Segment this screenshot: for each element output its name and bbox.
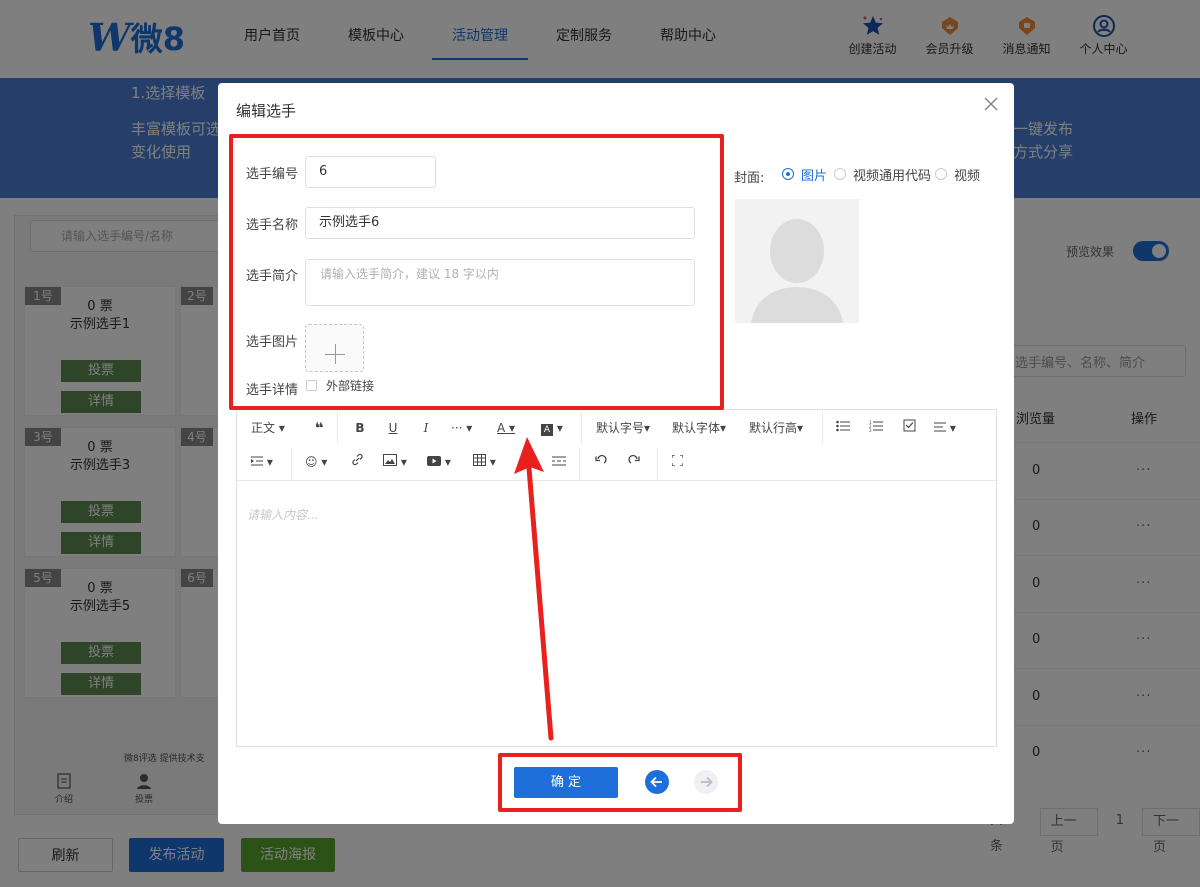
annotation-arrow [514,437,554,741]
